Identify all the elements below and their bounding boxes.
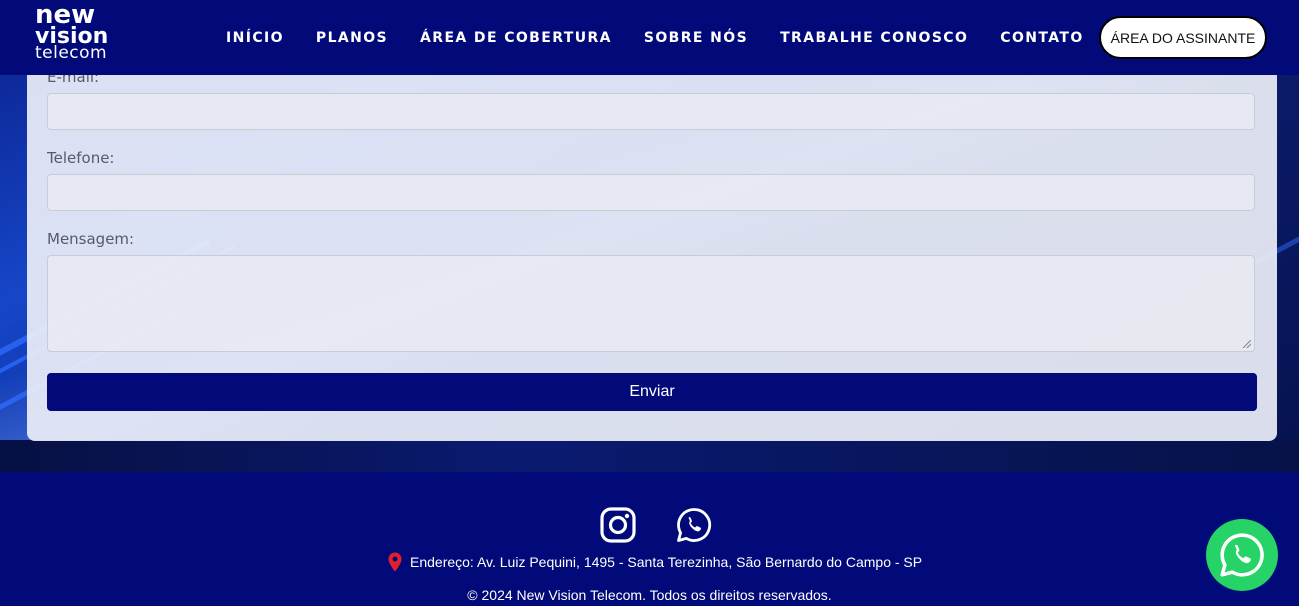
email-field[interactable] (47, 93, 1255, 130)
contact-form-card: E-mail: Telefone: Mensagem: Enviar (27, 40, 1277, 441)
nav-area-cobertura[interactable]: ÁREA DE COBERTURA (420, 30, 612, 46)
address-text: Endereço: Av. Luiz Pequini, 1495 - Santa… (410, 554, 923, 570)
brand-logo[interactable]: new vision telecom (35, 2, 108, 62)
address: Endereço: Av. Luiz Pequini, 1495 - Santa… (388, 552, 922, 572)
nav-trabalhe-conosco[interactable]: TRABALHE CONOSCO (780, 30, 968, 46)
subscriber-area-button[interactable]: ÁREA DO ASSINANTE (1099, 16, 1267, 59)
nav-contato[interactable]: CONTATO (1000, 30, 1083, 46)
nav-sobre-nos[interactable]: SOBRE NÓS (644, 30, 748, 46)
site-footer: Endereço: Av. Luiz Pequini, 1495 - Santa… (0, 472, 1299, 606)
phone-label: Telefone: (47, 149, 115, 167)
message-textarea[interactable] (47, 255, 1255, 352)
site-header: new vision telecom INÍCIO PLANOS ÁREA DE… (0, 0, 1299, 75)
submit-button[interactable]: Enviar (47, 373, 1257, 411)
nav-inicio[interactable]: INÍCIO (226, 30, 284, 46)
phone-field[interactable] (47, 174, 1255, 211)
copyright: © 2024 New Vision Telecom. Todos os dire… (467, 587, 832, 603)
whatsapp-icon (1220, 533, 1264, 577)
location-pin-icon (388, 552, 402, 572)
resize-grip-icon[interactable] (1243, 340, 1251, 348)
instagram-icon[interactable] (600, 507, 636, 543)
social-links (600, 507, 712, 543)
message-label: Mensagem: (47, 230, 135, 248)
floating-whatsapp-button[interactable] (1206, 519, 1278, 591)
main-nav: INÍCIO PLANOS ÁREA DE COBERTURA SOBRE NÓ… (226, 30, 1116, 46)
nav-planos[interactable]: PLANOS (316, 30, 388, 46)
whatsapp-icon[interactable] (676, 507, 712, 543)
